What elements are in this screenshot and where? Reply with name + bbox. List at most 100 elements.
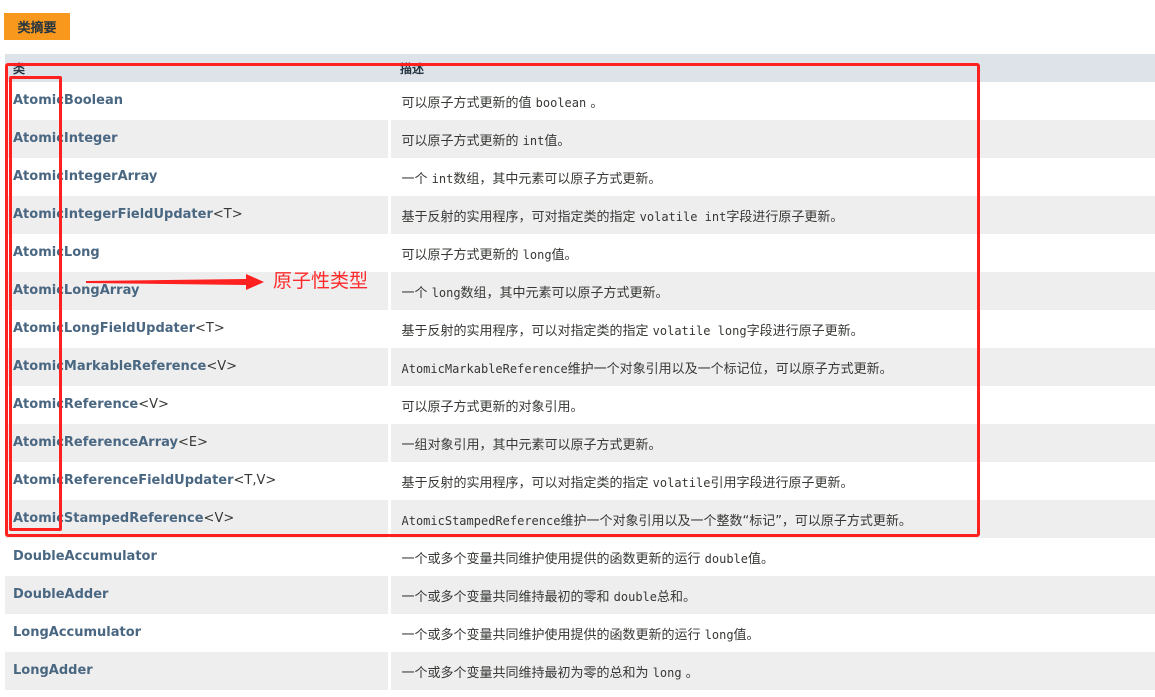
table-row: AtomicReferenceArray<E> 一组对象引用，其中元素可以原子方式…: [5, 424, 1155, 462]
description-code: volatile int: [639, 209, 727, 224]
class-summary-table: 类 描述 AtomicBoolean 可以原子方式更新的值 boolean 。 At…: [5, 54, 1155, 690]
table-row: AtomicIntegerArray 一个 int数组，其中元素可以原子方式更新。: [5, 158, 1155, 196]
class-link[interactable]: AtomicInteger: [13, 131, 118, 146]
description-text: 一个或多个变量共同维护使用提供的函数更新的运行 long值。: [402, 628, 760, 643]
description-text: 一个或多个变量共同维护使用提供的函数更新的运行 double值。: [402, 552, 775, 567]
class-link[interactable]: AtomicLongArray: [13, 283, 139, 298]
description-suffix: 值。: [544, 133, 571, 149]
description-code: long: [431, 285, 461, 300]
description-cell: 可以原子方式更新的对象引用。: [389, 386, 1155, 424]
class-link[interactable]: AtomicReferenceArray: [13, 435, 178, 450]
type-parameters: <T>: [212, 206, 243, 222]
description-suffix: 字段进行原子更新。: [726, 209, 844, 225]
description-code: AtomicMarkableReference: [401, 361, 568, 376]
description-cell: AtomicStampedReference维护一个对象引用以及一个整数“标记”…: [389, 500, 1155, 538]
description-cell: 一个或多个变量共同维护使用提供的函数更新的运行 double值。: [389, 538, 1155, 576]
class-cell: AtomicIntegerArray: [5, 158, 391, 196]
description-code: long: [522, 247, 552, 262]
table-row: AtomicMarkableReference<V> AtomicMarkable…: [5, 348, 1155, 386]
class-link[interactable]: AtomicReferenceFieldUpdater: [13, 473, 234, 488]
description-prefix: 一个或多个变量共同维持最初为零的总和为: [401, 665, 653, 681]
class-cell: DoubleAdder: [5, 576, 391, 614]
description-prefix: 可以原子方式更新的对象引用。: [401, 399, 584, 415]
class-cell: AtomicIntegerFieldUpdater<T>: [5, 196, 391, 234]
class-cell: AtomicReferenceArray<E>: [5, 424, 391, 462]
table-header-row: 类 描述: [5, 54, 1155, 82]
description-suffix: 字段进行原子更新。: [746, 323, 864, 339]
description-prefix: 可以原子方式更新的值: [401, 95, 536, 111]
description-suffix: 。: [681, 665, 699, 681]
table-row: LongAccumulator 一个或多个变量共同维护使用提供的函数更新的运行 l…: [5, 614, 1155, 652]
description-text: 一个或多个变量共同维持最初为零的总和为 long 。: [402, 666, 699, 681]
class-link[interactable]: DoubleAccumulator: [13, 549, 157, 564]
description-cell: 一个或多个变量共同维护使用提供的函数更新的运行 long值。: [389, 614, 1155, 652]
table-body: AtomicBoolean 可以原子方式更新的值 boolean 。 AtomicI…: [5, 82, 1155, 690]
class-cell: AtomicStampedReference<V>: [5, 500, 391, 538]
class-link[interactable]: AtomicStampedReference: [13, 511, 204, 526]
type-parameters: <V>: [203, 510, 235, 526]
class-cell: AtomicReference<V>: [5, 386, 391, 424]
table-row: DoubleAccumulator 一个或多个变量共同维护使用提供的函数更新的运行…: [5, 538, 1155, 576]
class-cell: LongAdder: [5, 652, 391, 690]
description-cell: 一个 int数组，其中元素可以原子方式更新。: [389, 158, 1155, 196]
description-suffix: 引用字段进行原子更新。: [710, 475, 854, 491]
class-link[interactable]: DoubleAdder: [13, 587, 108, 602]
description-text: 基于反射的实用程序，可对指定类的指定 volatile int字段进行原子更新。: [402, 210, 844, 225]
description-code: boolean: [535, 95, 587, 110]
table-row: LongAdder 一个或多个变量共同维持最初为零的总和为 long 。: [5, 652, 1155, 690]
description-text: 可以原子方式更新的值 boolean 。: [402, 96, 604, 111]
description-code: int: [431, 171, 454, 186]
description-suffix: 数组，其中元素可以原子方式更新。: [460, 285, 669, 301]
description-cell: 基于反射的实用程序，可以对指定类的指定 volatile引用字段进行原子更新。: [389, 462, 1155, 500]
description-prefix: 一个或多个变量共同维护使用提供的函数更新的运行: [401, 551, 705, 567]
description-suffix: 数组，其中元素可以原子方式更新。: [453, 171, 662, 187]
description-suffix: 值。: [748, 551, 775, 567]
class-link[interactable]: AtomicIntegerFieldUpdater: [13, 207, 213, 222]
description-text: 可以原子方式更新的对象引用。: [402, 400, 584, 415]
description-cell: 一个 long数组，其中元素可以原子方式更新。: [389, 272, 1155, 310]
class-link[interactable]: AtomicBoolean: [13, 93, 123, 108]
description-cell: 基于反射的实用程序，可以对指定类的指定 volatile long字段进行原子更…: [389, 310, 1155, 348]
description-prefix: 一组对象引用，其中元素可以原子方式更新。: [401, 437, 662, 453]
class-cell: AtomicReferenceFieldUpdater<T,V>: [5, 462, 391, 500]
table-row: AtomicReference<V> 可以原子方式更新的对象引用。: [5, 386, 1155, 424]
class-link[interactable]: LongAccumulator: [13, 625, 141, 640]
description-text: 一组对象引用，其中元素可以原子方式更新。: [402, 438, 662, 453]
description-code: long: [704, 627, 734, 642]
class-link[interactable]: AtomicLongFieldUpdater: [13, 321, 195, 336]
class-cell: DoubleAccumulator: [5, 538, 391, 576]
annotation-label: 原子性类型: [273, 270, 369, 292]
description-cell: 一个或多个变量共同维持最初的零和 double总和。: [389, 576, 1155, 614]
description-code: double: [704, 551, 748, 566]
description-code: volatile: [652, 475, 711, 490]
description-cell: 一个或多个变量共同维持最初为零的总和为 long 。: [389, 652, 1155, 690]
description-cell: 可以原子方式更新的值 boolean 。: [389, 82, 1155, 120]
table-row: AtomicBoolean 可以原子方式更新的值 boolean 。: [5, 82, 1155, 120]
class-link[interactable]: AtomicReference: [13, 397, 138, 412]
description-text: 可以原子方式更新的 int值。: [402, 134, 571, 149]
description-prefix: 基于反射的实用程序，可以对指定类的指定: [401, 475, 653, 491]
type-parameters: <V>: [138, 396, 169, 412]
table-row: AtomicReferenceFieldUpdater<T,V> 基于反射的实用程…: [5, 462, 1155, 500]
description-prefix: 一个或多个变量共同维持最初的零和: [401, 589, 614, 605]
description-prefix: 基于反射的实用程序，可对指定类的指定: [401, 209, 640, 225]
description-code: int: [522, 133, 545, 148]
description-cell: 可以原子方式更新的 int值。: [389, 120, 1155, 158]
description-prefix: 一个: [401, 171, 432, 187]
class-link[interactable]: AtomicMarkableReference: [13, 359, 206, 374]
description-suffix: 值。: [551, 247, 578, 263]
description-text: 基于反射的实用程序，可以对指定类的指定 volatile long字段进行原子更…: [402, 324, 864, 339]
type-parameters: <E>: [177, 434, 208, 450]
table-row: AtomicLongFieldUpdater<T> 基于反射的实用程序，可以对指定…: [5, 310, 1155, 348]
class-link[interactable]: LongAdder: [13, 663, 93, 678]
description-code: double: [613, 589, 657, 604]
class-link[interactable]: AtomicIntegerArray: [13, 169, 157, 184]
table-row: AtomicLong 可以原子方式更新的 long值。: [5, 234, 1155, 272]
table-row: AtomicInteger 可以原子方式更新的 int值。: [5, 120, 1155, 158]
class-link[interactable]: AtomicLong: [13, 245, 100, 260]
table-row: AtomicIntegerFieldUpdater<T> 基于反射的实用程序，可对…: [5, 196, 1155, 234]
class-cell: AtomicBoolean: [5, 82, 391, 120]
type-parameters: <V>: [206, 358, 238, 374]
description-suffix: 维护一个对象引用以及一个标记位，可以原子方式更新。: [567, 361, 893, 377]
description-text: AtomicMarkableReference维护一个对象引用以及一个标记位，可…: [402, 362, 893, 377]
